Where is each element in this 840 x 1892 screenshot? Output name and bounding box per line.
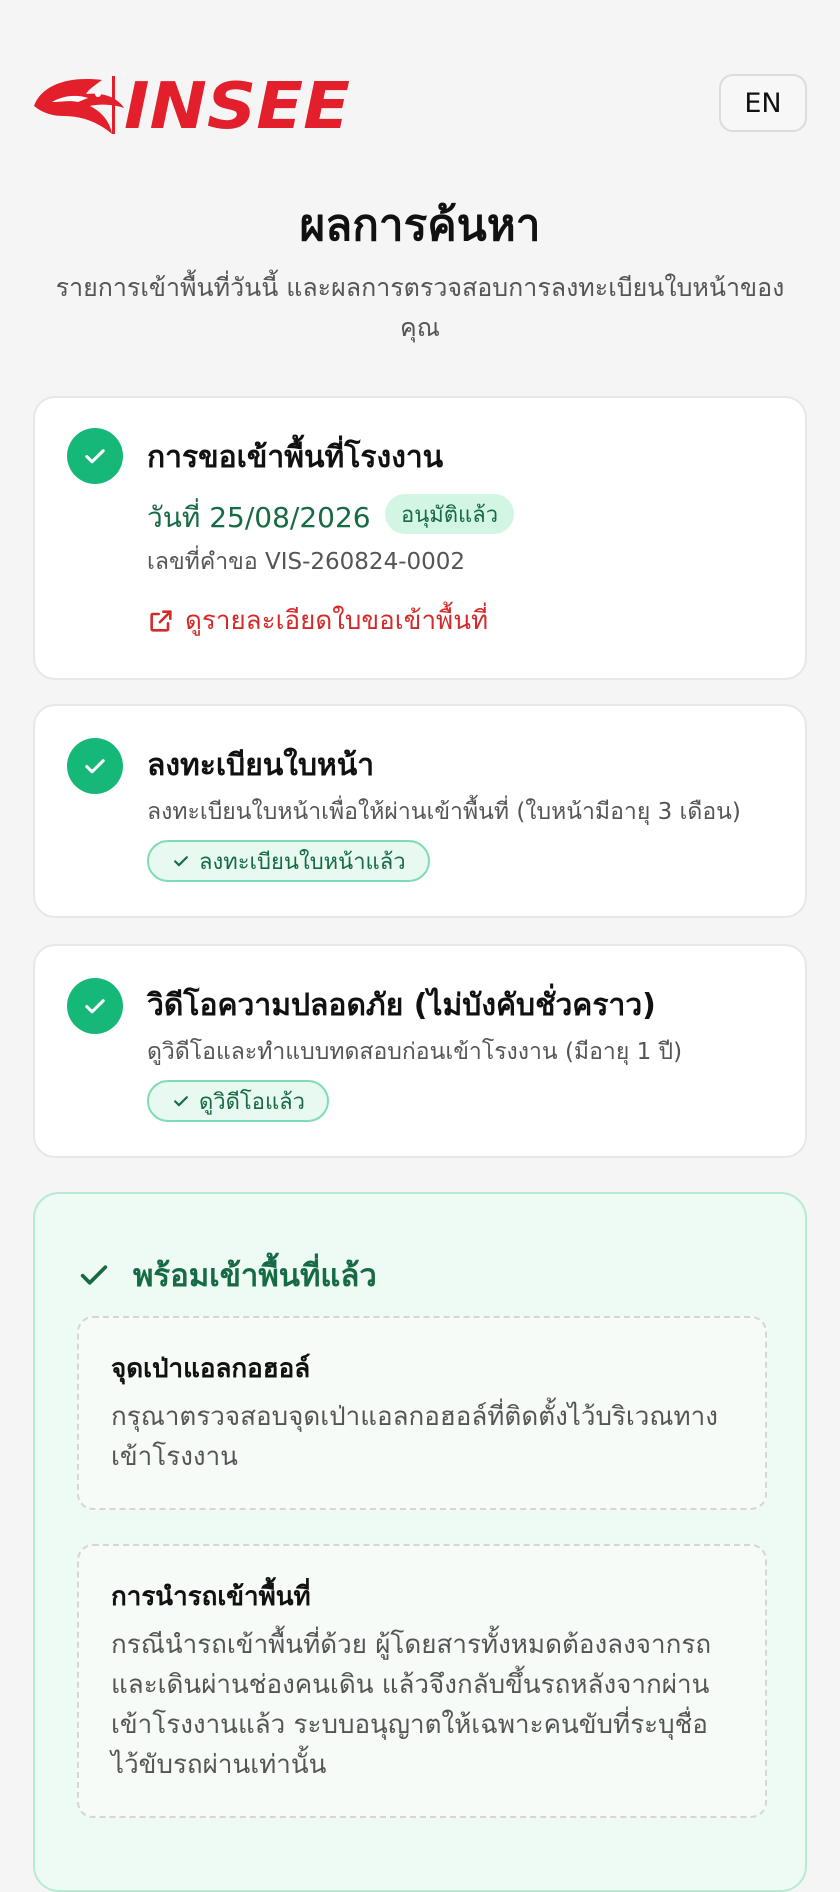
page-title: ผลการค้นหา [299, 200, 541, 251]
page-subtitle: รายการเข้าพื้นที่วันนี้ และผลการตรวจสอบก… [55, 273, 785, 342]
check-circle-icon [67, 978, 123, 1034]
ready-title-label: พร้อมเข้าพื้นที่แล้ว [133, 1258, 377, 1294]
ready-to-enter-panel: พร้อมเข้าพื้นที่แล้ว จุดเป่าแอลกอฮอล์ กร… [33, 1192, 807, 1892]
logo-wordmark: INSEE [124, 72, 350, 138]
video-watched-label: ดูวิดีโอแล้ว [199, 1089, 305, 1115]
face-registered-label: ลงทะเบียนใบหน้าแล้ว [199, 849, 406, 875]
alcohol-check-notice: จุดเป่าแอลกอฮอล์ กรุณาตรวจสอบจุดเป่าแอลก… [77, 1316, 767, 1510]
safety-video-card: วิดีโอความปลอดภัย (ไม่บังคับชั่วคราว) ดู… [33, 944, 807, 1158]
status-badge: อนุมัติแล้ว [385, 494, 515, 534]
notice-body: กรณีนำรถเข้าพื้นที่ด้วย ผู้โดยสารทั้งหมด… [111, 1630, 712, 1780]
insee-logo: INSEE [34, 72, 350, 138]
face-card-description: ลงทะเบียนใบหน้าเพื่อให้ผ่านเข้าพื้นที่ (… [147, 799, 741, 825]
check-icon [174, 856, 188, 867]
request-number: เลขที่คำขอ VIS-260824-0002 [147, 549, 466, 575]
vehicle-entry-notice: การนำรถเข้าพื้นที่ กรณีนำรถเข้าพื้นที่ด้… [77, 1544, 767, 1818]
check-icon [174, 1096, 188, 1107]
check-circle-icon [67, 428, 123, 484]
header: INSEE EN [0, 0, 840, 180]
view-request-details-link[interactable]: ดูรายละเอียดใบขอเข้าพื้นที่ [147, 600, 488, 641]
visit-request-card: การขอเข้าพื้นที่โรงงาน วันที่ 25/08/2026… [33, 396, 807, 680]
eagle-logo-icon [34, 79, 124, 134]
notice-title: จุดเป่าแอลกอฮอล์ [111, 1354, 311, 1384]
video-card-description: ดูวิดีโอและทำแบบทดสอบก่อนเข้าโรงงาน (มีอ… [147, 1039, 683, 1065]
view-request-details-label: ดูรายละเอียดใบขอเข้าพื้นที่ [185, 606, 489, 636]
notice-body: กรุณาตรวจสอบจุดเป่าแอลกอฮอล์ที่ติดตั้งไว… [111, 1402, 718, 1472]
check-circle-icon [67, 738, 123, 794]
face-registration-card: ลงทะเบียนใบหน้า ลงทะเบียนใบหน้าเพื่อให้ผ… [33, 704, 807, 918]
ready-title: พร้อมเข้าพื้นที่แล้ว [77, 1250, 377, 1300]
visit-card-title: การขอเข้าพื้นที่โรงงาน [147, 440, 444, 475]
check-icon [80, 1265, 108, 1285]
face-card-title: ลงทะเบียนใบหน้า [147, 748, 375, 783]
visit-date: วันที่ 25/08/2026 [147, 501, 371, 534]
notice-title: การนำรถเข้าพื้นที่ [111, 1582, 311, 1612]
video-watched-pill: ดูวิดีโอแล้ว [147, 1080, 329, 1122]
external-link-icon [150, 609, 172, 632]
language-toggle-button[interactable]: EN [719, 74, 807, 132]
video-card-title: วิดีโอความปลอดภัย (ไม่บังคับชั่วคราว) [147, 988, 656, 1023]
face-registered-pill: ลงทะเบียนใบหน้าแล้ว [147, 840, 430, 882]
